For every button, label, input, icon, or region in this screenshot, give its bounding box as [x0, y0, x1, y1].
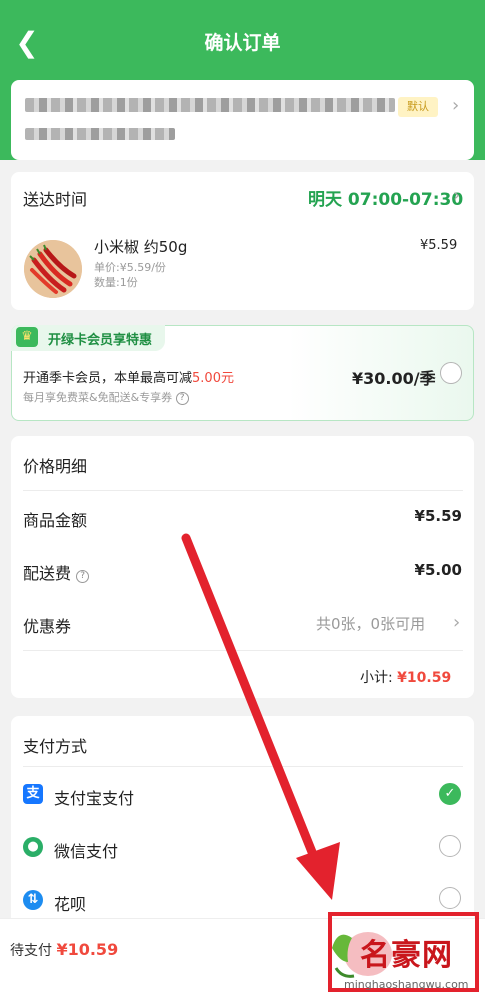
- annotation-arrow: [181, 533, 340, 900]
- watermark-brand: 名豪网: [360, 938, 453, 973]
- watermark-url: minghaoshangwu.com: [344, 978, 469, 991]
